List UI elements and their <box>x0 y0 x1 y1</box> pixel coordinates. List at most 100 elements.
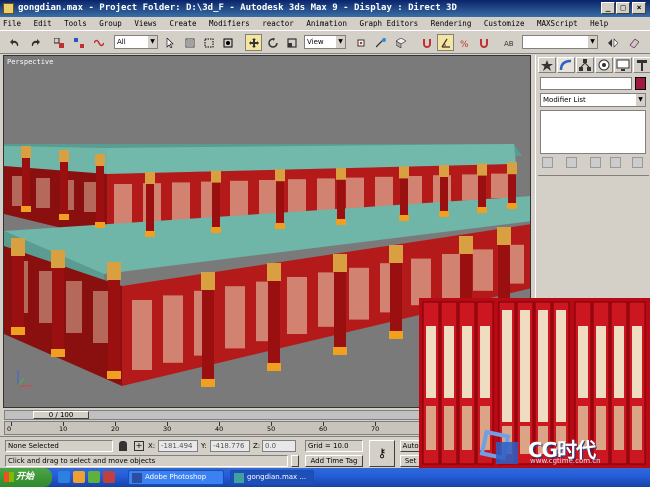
door-panel-lower <box>426 406 436 450</box>
modify-tab[interactable] <box>557 57 575 73</box>
back-pillar-capital <box>211 170 221 183</box>
add-time-tag-button[interactable]: Add Time Tag <box>305 455 363 467</box>
back-pillar <box>96 156 104 227</box>
menu-modifiers[interactable]: Modifiers <box>209 19 250 28</box>
set-key-mode-button[interactable]: ⚷ <box>369 440 395 467</box>
menu-reactor[interactable]: reactor <box>262 19 294 28</box>
quicklaunch-ie-icon[interactable] <box>58 471 70 483</box>
quicklaunch-media-icon[interactable] <box>73 471 85 483</box>
menu-create[interactable]: Create <box>169 19 196 28</box>
menu-group[interactable]: Group <box>99 19 122 28</box>
close-button[interactable]: × <box>632 2 646 14</box>
main-toolbar: All▼ View▼ % ABC ▼ <box>0 30 650 54</box>
menu-bar: File Edit Tools Group Views Create Modif… <box>0 17 650 30</box>
menu-graph-editors[interactable]: Graph Editors <box>359 19 418 28</box>
select-object-button[interactable] <box>162 34 179 51</box>
named-selection-sets-dropdown[interactable]: ▼ <box>522 35 598 49</box>
object-color-swatch[interactable] <box>635 77 646 90</box>
motion-tab[interactable] <box>595 57 613 73</box>
back-lattice-panel <box>375 176 393 208</box>
make-unique-button[interactable] <box>590 157 601 168</box>
quicklaunch-desktop-icon[interactable] <box>88 471 100 483</box>
hierarchy-tab[interactable] <box>576 57 594 73</box>
task-adobe-photoshop[interactable]: Adobe Photoshop <box>128 470 224 485</box>
use-pivot-center-button[interactable] <box>352 34 369 51</box>
window-crossing-button[interactable] <box>219 34 236 51</box>
cgtime-watermark: CG时代 www.cgtime.com.cn <box>472 428 650 468</box>
door-panel-lattice <box>520 310 530 422</box>
edit-named-selection-button[interactable]: ABC <box>500 34 517 51</box>
move-icon <box>249 38 259 48</box>
selection-filter-dropdown[interactable]: All ▼ <box>114 35 158 49</box>
front-pillar <box>334 258 346 354</box>
modifier-stack[interactable] <box>540 110 646 154</box>
select-and-link-button[interactable] <box>50 34 67 51</box>
snaps-toggle-button[interactable] <box>418 34 435 51</box>
timeline-tick-label: 0 <box>7 425 12 433</box>
configure-modifier-sets-button[interactable] <box>632 157 643 168</box>
lock-selection-icon[interactable] <box>119 441 127 451</box>
time-slider-thumb[interactable]: 0 / 100 <box>33 411 89 419</box>
back-pillar-base <box>439 211 449 217</box>
spinner-snap-icon <box>480 39 488 48</box>
menu-tools[interactable]: Tools <box>64 19 87 28</box>
rectangular-selection-button[interactable] <box>200 34 217 51</box>
redo-button[interactable] <box>26 34 43 51</box>
keyboard-shortcut-override-button[interactable] <box>392 34 409 51</box>
maximize-button[interactable]: □ <box>616 2 630 14</box>
remove-modifier-button[interactable] <box>610 157 621 168</box>
menu-help[interactable]: Help <box>590 19 608 28</box>
back-pillar-base <box>211 227 221 233</box>
unlink-selection-button[interactable] <box>70 34 87 51</box>
align-button[interactable] <box>625 34 642 51</box>
start-button[interactable]: 开始 <box>0 468 52 487</box>
back-pillar-base <box>21 206 31 212</box>
back-lattice-panel <box>230 180 248 219</box>
show-end-result-button[interactable] <box>566 157 577 168</box>
object-name-field[interactable] <box>540 77 632 90</box>
viewport-label[interactable]: Perspective <box>7 58 53 66</box>
spinner-snap-button[interactable] <box>475 34 492 51</box>
modifier-list-dropdown[interactable]: Modifier List ▼ <box>540 93 646 107</box>
back-lattice-panel <box>172 182 190 224</box>
back-pillar-capital <box>439 165 449 177</box>
y-coordinate-label: Y: <box>201 442 207 450</box>
menu-maxscript[interactable]: MAXScript <box>537 19 578 28</box>
utilities-tab[interactable] <box>633 57 650 73</box>
create-tab[interactable] <box>538 57 556 73</box>
menu-animation[interactable]: Animation <box>306 19 347 28</box>
prompt-arrow-button[interactable] <box>291 455 299 467</box>
x-coordinate-field[interactable]: -181.494 <box>158 440 198 452</box>
menu-customize[interactable]: Customize <box>484 19 525 28</box>
menu-views[interactable]: Views <box>134 19 157 28</box>
angle-snap-button[interactable] <box>437 34 454 51</box>
front-pillar-capital <box>201 272 215 290</box>
select-by-name-button[interactable] <box>181 34 198 51</box>
y-coordinate-field[interactable]: -418.776 <box>210 440 250 452</box>
menu-edit[interactable]: Edit <box>34 19 52 28</box>
menu-rendering[interactable]: Rendering <box>431 19 472 28</box>
back-lattice-panel <box>462 174 480 201</box>
link-icon <box>54 38 64 48</box>
undo-button[interactable] <box>6 34 23 51</box>
mirror-button[interactable] <box>604 34 621 51</box>
pin-stack-button[interactable] <box>542 157 553 168</box>
reference-coordinate-dropdown[interactable]: View ▼ <box>304 35 346 49</box>
absolute-mode-toggle[interactable]: + <box>134 441 144 451</box>
select-and-rotate-button[interactable] <box>264 34 281 51</box>
svg-text:%: % <box>460 40 469 48</box>
quicklaunch-app-icon[interactable] <box>103 471 115 483</box>
select-and-scale-button[interactable] <box>283 34 300 51</box>
rotate-icon <box>268 38 278 48</box>
bind-space-warp-button[interactable] <box>90 34 107 51</box>
task-3dsmax[interactable]: gongdian.max ... <box>230 470 314 485</box>
photoshop-icon <box>132 473 142 483</box>
display-tab[interactable] <box>614 57 632 73</box>
crossing-icon <box>223 38 233 48</box>
percent-snap-button[interactable]: % <box>456 34 473 51</box>
select-and-manipulate-button[interactable] <box>372 34 389 51</box>
select-and-move-button[interactable] <box>245 34 262 51</box>
menu-file[interactable]: File <box>3 19 21 28</box>
minimize-button[interactable]: _ <box>601 2 615 14</box>
z-coordinate-field[interactable]: 0.0 <box>262 440 296 452</box>
